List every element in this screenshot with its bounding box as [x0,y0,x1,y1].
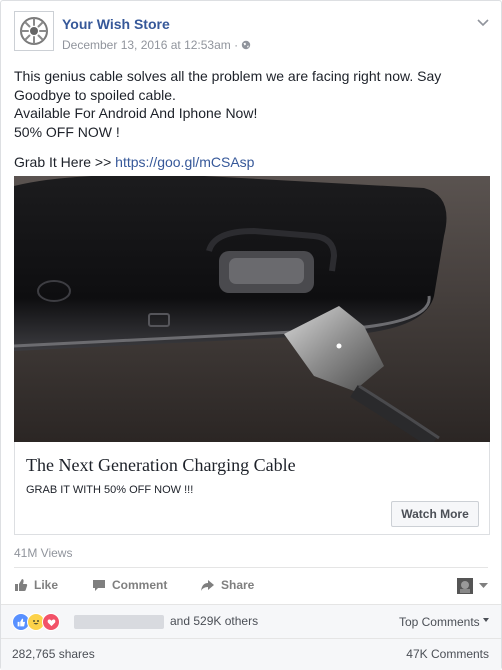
comment-button[interactable]: Comment [92,578,167,592]
view-count: 41M Views [14,546,73,560]
page-avatar[interactable] [14,11,54,51]
grab-link[interactable]: https://goo.gl/mCSAsp [115,154,254,170]
facebook-post: Your Wish Store December 13, 2016 at 12:… [0,0,502,670]
reactions-others[interactable]: and 529K others [170,614,258,628]
shares-count[interactable]: 282,765 shares [12,647,95,661]
share-button[interactable]: Share [200,578,254,592]
video-thumbnail[interactable] [14,176,490,442]
post-meta: December 13, 2016 at 12:53am · [62,38,251,52]
love-reaction-icon [42,613,60,631]
chevron-down-icon [479,583,488,588]
post-header: Your Wish Store December 13, 2016 at 12:… [14,11,491,57]
shares-summary: 282,765 shares 47K Comments [1,638,501,670]
post-text-line: 50% OFF NOW ! [14,123,120,140]
chevron-down-icon[interactable] [477,19,489,27]
comments-count[interactable]: 47K Comments [406,647,489,661]
top-comments-dropdown[interactable]: Top Comments [399,615,489,629]
like-icon [15,579,28,591]
comment-label: Comment [112,578,168,592]
page-name-link[interactable]: Your Wish Store [62,16,170,32]
link-card[interactable]: The Next Generation Charging Cable GRAB … [14,442,490,535]
card-title[interactable]: The Next Generation Charging Cable [26,455,296,476]
product-photo [14,176,490,442]
post-text: This genius cable solves all the problem… [14,67,484,172]
post-timestamp[interactable]: December 13, 2016 at 12:53am [62,38,231,52]
audience-selector[interactable] [457,578,488,594]
like-button[interactable]: Like [14,578,58,592]
audience-icon [457,578,473,594]
chevron-down-icon [483,618,489,622]
share-label: Share [221,578,255,592]
blurred-friend-names [74,615,164,629]
reaction-icons[interactable] [12,613,60,631]
globe-icon[interactable] [241,40,251,50]
post-text-line: This genius cable solves all the problem… [14,68,442,103]
watch-more-button[interactable]: Watch More [391,501,479,527]
like-label: Like [34,578,59,592]
share-icon [201,579,214,591]
top-comments-label: Top Comments [398,615,480,629]
card-subtitle: GRAB IT WITH 50% OFF NOW !!! [26,484,194,496]
grab-line: Grab It Here >> https://goo.gl/mCSAsp [14,153,484,172]
meta-separator: · [234,38,239,52]
reactions-summary: and 529K others Top Comments [1,604,501,639]
post-text-line: Available For Android And Iphone Now! [14,105,258,121]
action-bar: Like Comment Share [14,567,488,604]
comment-icon [93,579,105,591]
grab-prefix: Grab It Here >> [14,154,116,170]
logo-icon [20,17,48,45]
